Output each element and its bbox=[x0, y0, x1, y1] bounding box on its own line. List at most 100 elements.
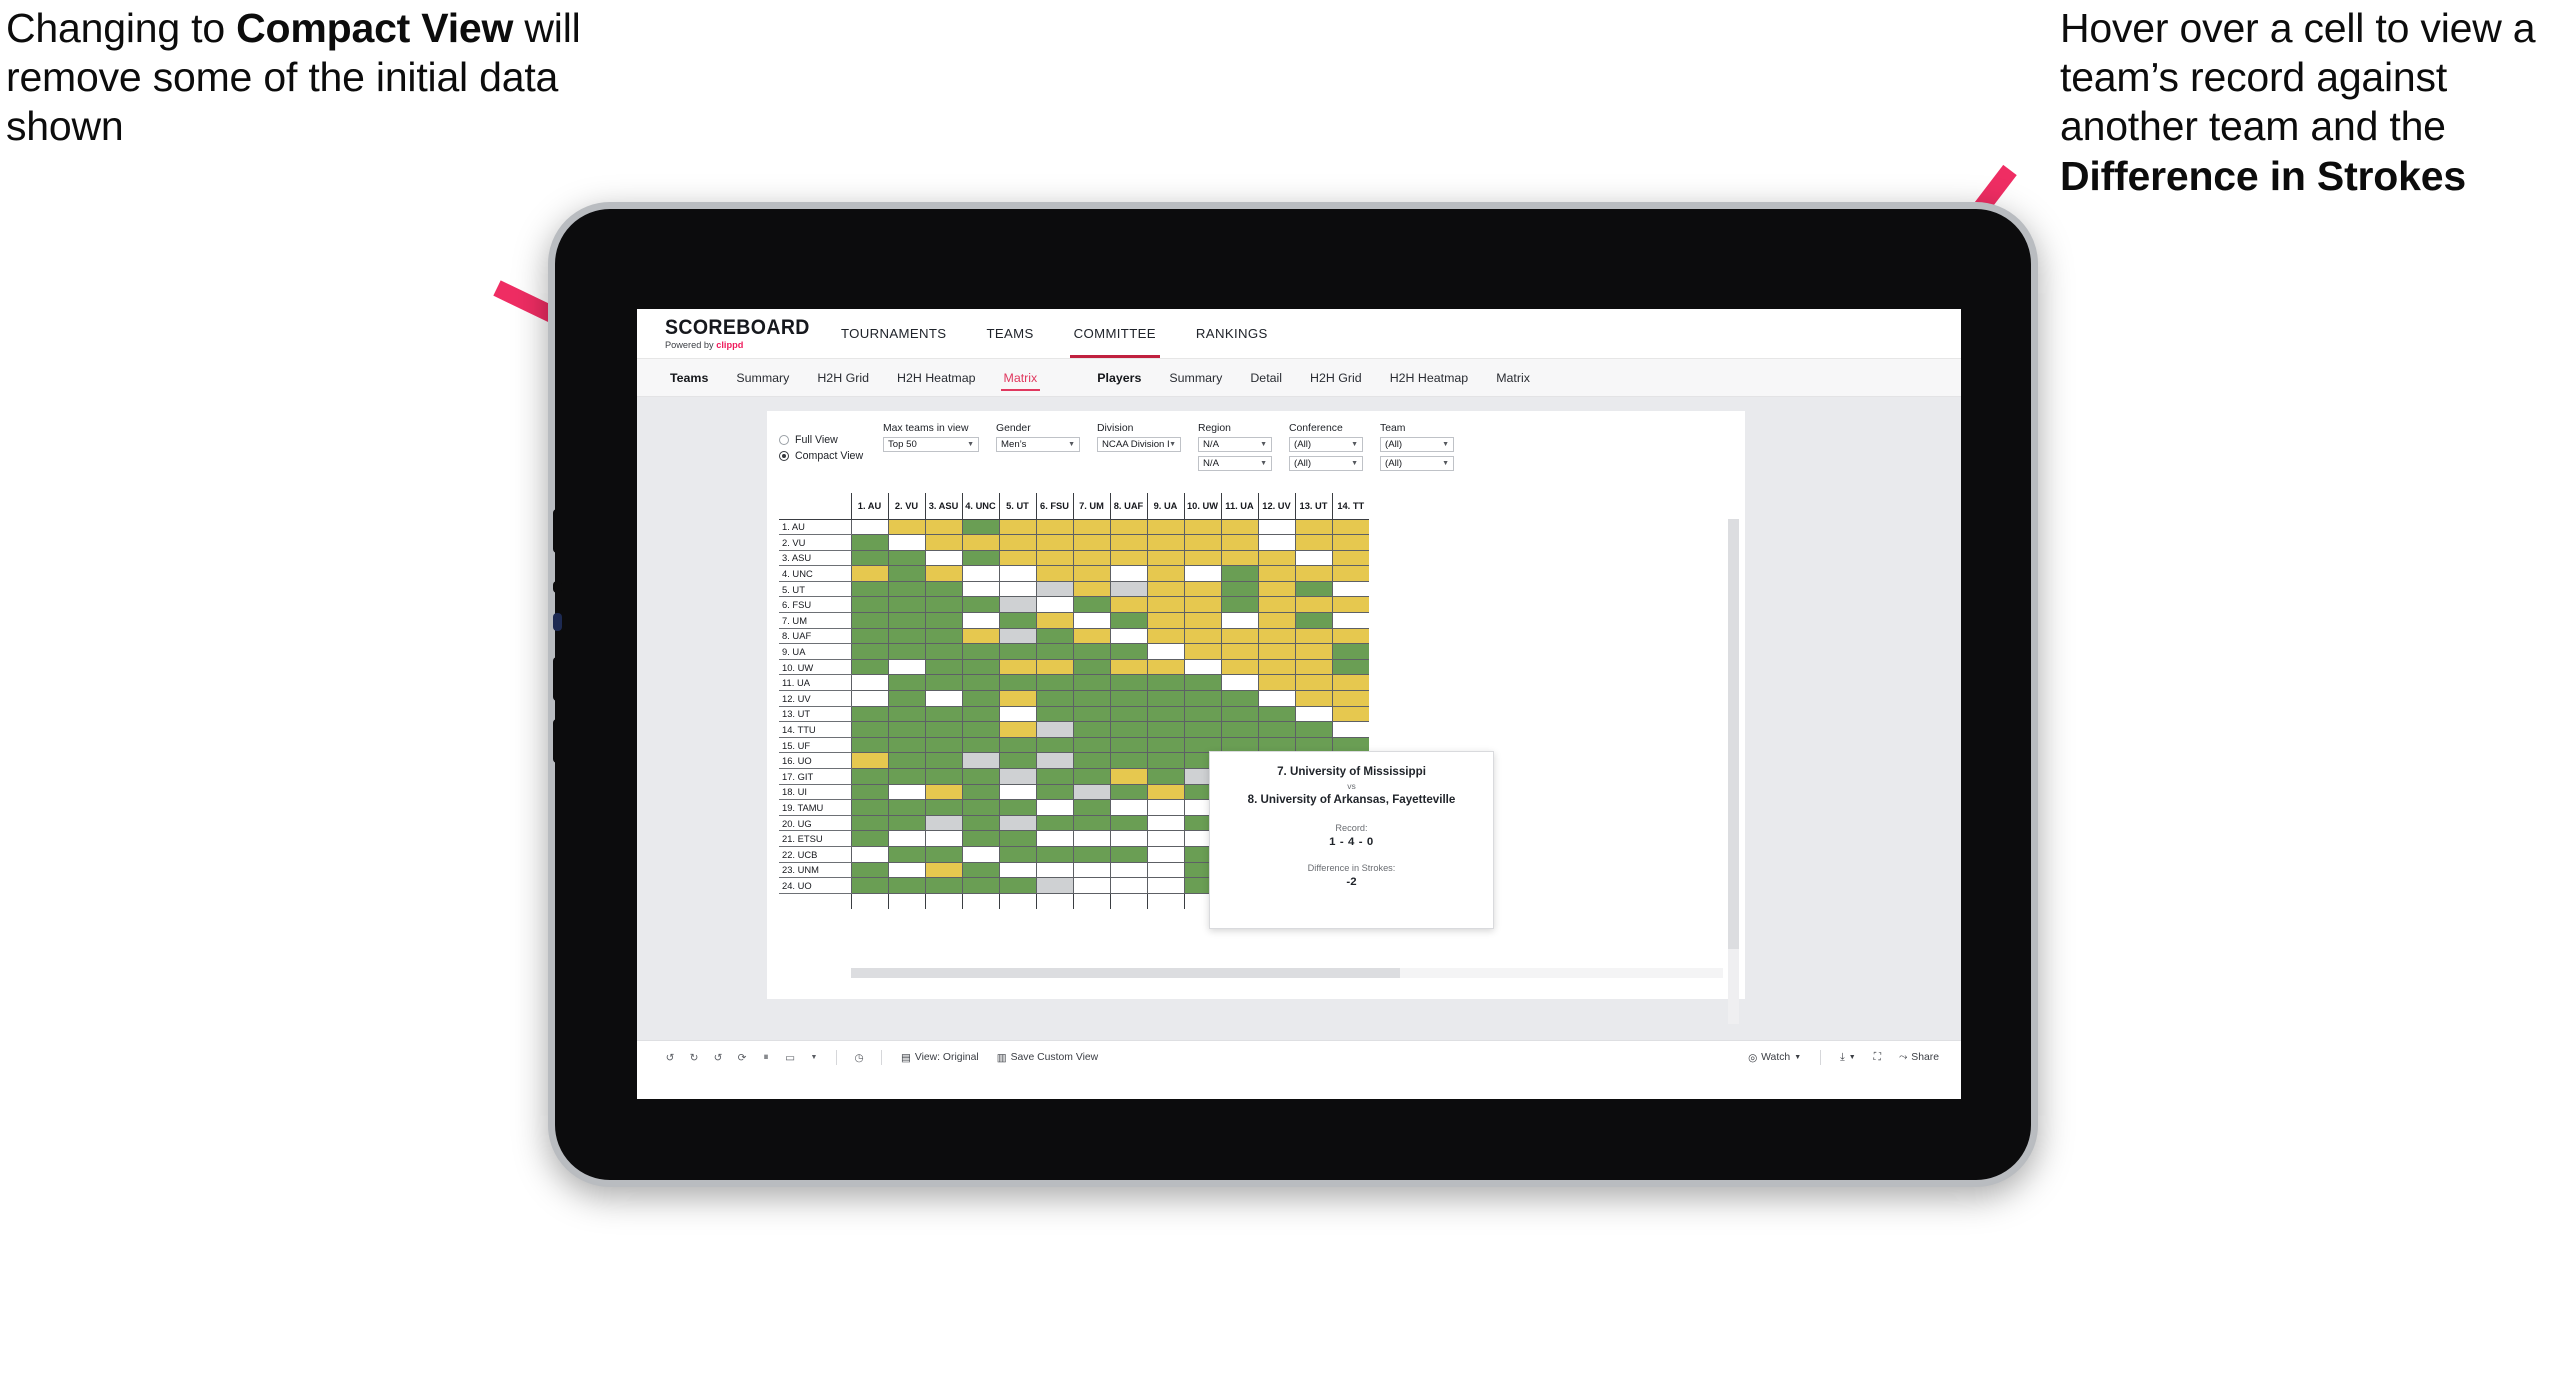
matrix-row-header[interactable]: 18. UI bbox=[779, 784, 851, 801]
matrix-cell[interactable] bbox=[1257, 519, 1295, 536]
matrix-cell[interactable] bbox=[1220, 690, 1258, 707]
matrix-cell[interactable] bbox=[1183, 659, 1221, 676]
subnav-teams-matrix[interactable]: Matrix bbox=[991, 359, 1051, 396]
matrix-cell[interactable] bbox=[924, 534, 962, 551]
matrix-cell[interactable] bbox=[1035, 565, 1073, 582]
matrix-col-header[interactable]: 9. UA bbox=[1146, 493, 1184, 520]
matrix-cell[interactable] bbox=[1035, 784, 1073, 801]
matrix-cell[interactable] bbox=[1072, 550, 1110, 567]
matrix-cell[interactable] bbox=[1183, 612, 1221, 629]
matrix-cell[interactable] bbox=[1257, 643, 1295, 660]
matrix-cell[interactable] bbox=[1146, 737, 1184, 754]
subnav-players-detail[interactable]: Detail bbox=[1237, 359, 1295, 396]
matrix-cell[interactable] bbox=[1072, 784, 1110, 801]
matrix-cell[interactable] bbox=[1035, 628, 1073, 645]
matrix-cell[interactable] bbox=[850, 581, 888, 598]
matrix-row-header[interactable]: 16. UO bbox=[779, 752, 851, 769]
matrix-row-header[interactable]: 1. AU bbox=[779, 519, 851, 536]
matrix-cell[interactable] bbox=[1072, 877, 1110, 894]
matrix-cell[interactable] bbox=[1294, 659, 1332, 676]
undo-icon[interactable]: ↺ bbox=[659, 1047, 681, 1069]
matrix-cell[interactable] bbox=[1220, 628, 1258, 645]
matrix-cell[interactable] bbox=[850, 768, 888, 785]
matrix-cell[interactable] bbox=[1331, 706, 1369, 723]
matrix-cell[interactable] bbox=[850, 612, 888, 629]
matrix-cell[interactable] bbox=[887, 721, 925, 738]
matrix-cell[interactable] bbox=[1146, 581, 1184, 598]
matrix-cell[interactable] bbox=[1109, 737, 1147, 754]
matrix-cell[interactable] bbox=[887, 815, 925, 832]
matrix-cell[interactable] bbox=[1257, 706, 1295, 723]
matrix-col-header[interactable]: 7. UM bbox=[1072, 493, 1110, 520]
matrix-cell[interactable] bbox=[850, 877, 888, 894]
matrix-row-header[interactable]: 6. FSU bbox=[779, 596, 851, 614]
matrix-cell[interactable] bbox=[1183, 596, 1221, 614]
matrix-cell[interactable] bbox=[961, 799, 999, 816]
matrix-cell[interactable] bbox=[887, 752, 925, 769]
matrix-cell[interactable] bbox=[1146, 784, 1184, 801]
matrix-cell[interactable] bbox=[1183, 628, 1221, 645]
matrix-cell[interactable] bbox=[1109, 581, 1147, 598]
matrix-cell[interactable] bbox=[1072, 612, 1110, 629]
matrix-cell[interactable] bbox=[1183, 674, 1221, 692]
matrix-cell[interactable] bbox=[1146, 799, 1184, 816]
matrix-cell[interactable] bbox=[961, 674, 999, 692]
matrix-cell[interactable] bbox=[850, 784, 888, 801]
matrix-cell[interactable] bbox=[887, 830, 925, 847]
matrix-cell[interactable] bbox=[850, 565, 888, 582]
filter-gender-select[interactable]: Men’s ▼ bbox=[996, 437, 1080, 452]
matrix-cell[interactable] bbox=[924, 752, 962, 769]
matrix-cell[interactable] bbox=[961, 690, 999, 707]
matrix-cell[interactable] bbox=[1146, 721, 1184, 738]
matrix-cell[interactable] bbox=[1035, 706, 1073, 723]
matrix-cell[interactable] bbox=[850, 752, 888, 769]
matrix-cell[interactable] bbox=[1109, 784, 1147, 801]
matrix-cell[interactable] bbox=[1220, 643, 1258, 660]
redo-icon[interactable]: ↻ bbox=[683, 1047, 705, 1069]
matrix-cell[interactable] bbox=[961, 581, 999, 598]
matrix-cell[interactable] bbox=[1257, 596, 1295, 614]
matrix-cell[interactable] bbox=[850, 721, 888, 738]
nav-rankings[interactable]: RANKINGS bbox=[1176, 309, 1288, 358]
matrix-cell[interactable] bbox=[998, 752, 1036, 769]
matrix-cell[interactable] bbox=[1146, 534, 1184, 551]
matrix-cell[interactable] bbox=[1146, 752, 1184, 769]
matrix-cell[interactable] bbox=[1294, 628, 1332, 645]
matrix-cell[interactable] bbox=[924, 565, 962, 582]
matrix-cell[interactable] bbox=[961, 519, 999, 536]
matrix-cell[interactable] bbox=[1109, 519, 1147, 536]
radio-compact-view[interactable]: Compact View bbox=[779, 450, 883, 462]
matrix-cell[interactable] bbox=[1072, 628, 1110, 645]
matrix-cell[interactable] bbox=[1146, 706, 1184, 723]
filter-icon[interactable]: ▭ bbox=[779, 1047, 801, 1069]
horizontal-scrollbar[interactable] bbox=[851, 968, 1723, 978]
matrix-cell[interactable] bbox=[1183, 534, 1221, 551]
filter-team-select-2[interactable]: (All) ▼ bbox=[1380, 456, 1454, 471]
matrix-cell[interactable] bbox=[1035, 799, 1073, 816]
matrix-cell[interactable] bbox=[850, 846, 888, 863]
matrix-row-header[interactable]: 13. UT bbox=[779, 706, 851, 723]
matrix-cell[interactable] bbox=[1183, 550, 1221, 567]
matrix-cell[interactable] bbox=[1257, 550, 1295, 567]
matrix-cell[interactable] bbox=[1109, 550, 1147, 567]
matrix-cell[interactable] bbox=[998, 737, 1036, 754]
matrix-cell[interactable] bbox=[961, 721, 999, 738]
matrix-row-header[interactable]: 14. TTU bbox=[779, 721, 851, 738]
matrix-col-header[interactable]: 5. UT bbox=[998, 493, 1036, 520]
matrix-cell[interactable] bbox=[998, 565, 1036, 582]
matrix-cell[interactable] bbox=[1035, 643, 1073, 660]
vertical-scrollbar-thumb[interactable] bbox=[1728, 519, 1739, 949]
matrix-cell[interactable] bbox=[924, 674, 962, 692]
matrix-cell[interactable] bbox=[924, 581, 962, 598]
matrix-cell[interactable] bbox=[1294, 690, 1332, 707]
matrix-cell[interactable] bbox=[887, 846, 925, 863]
subnav-teams-summary[interactable]: Summary bbox=[723, 359, 802, 396]
matrix-cell[interactable] bbox=[998, 862, 1036, 879]
matrix-cell[interactable] bbox=[1146, 596, 1184, 614]
matrix-cell[interactable] bbox=[998, 784, 1036, 801]
matrix-cell[interactable] bbox=[924, 862, 962, 879]
matrix-cell[interactable] bbox=[998, 612, 1036, 629]
matrix-row-header[interactable]: 10. UW bbox=[779, 659, 851, 676]
filter-max-teams-select[interactable]: Top 50 ▼ bbox=[883, 437, 979, 452]
pause-icon[interactable]: ⏸ bbox=[755, 1047, 777, 1069]
